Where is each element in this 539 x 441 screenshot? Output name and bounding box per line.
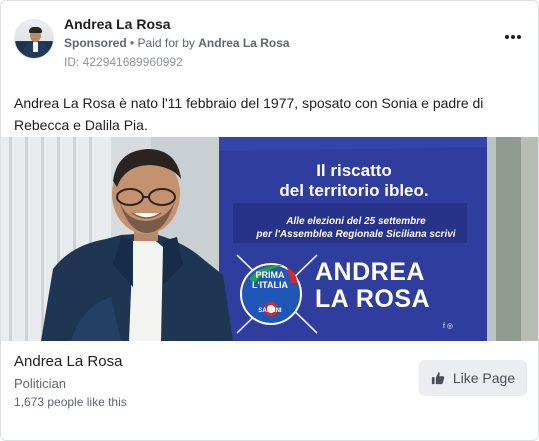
creative-subtext-line2: per l'Assemblea Regionale Siciliana scri… (256, 229, 456, 240)
page-avatar[interactable] (14, 19, 54, 59)
creative-subtext-line1: Alle elezioni del 25 settembre (286, 216, 426, 227)
creative-headline-line2: del territorio ibleo. (279, 181, 429, 200)
post-text: Andrea La Rosa è nato l'11 febbraio del … (14, 95, 484, 133)
paid-for-prefix: Paid for by (137, 36, 199, 50)
candidate-last-name: LA ROSA (315, 285, 431, 313)
more-options-icon[interactable] (505, 29, 525, 45)
ad-creative-image[interactable]: Il riscatto del territorio ibleo. Alle e… (1, 137, 538, 341)
thumbs-up-icon (431, 372, 445, 385)
social-icons: f ◎ (443, 323, 453, 330)
footer-like-count: 1,673 people like this (14, 395, 127, 409)
party-logo-text: PRIMA L'ITALIA (252, 270, 288, 290)
sponsored-meta: Sponsored • Paid for by Andrea La Rosa (64, 36, 290, 50)
footer-category: Politician (14, 376, 67, 391)
paid-for-by-name: Andrea La Rosa (198, 36, 290, 50)
like-page-label: Like Page (452, 370, 516, 386)
party-logo-subtext: SALVINI (258, 308, 282, 314)
ad-header: Andrea La Rosa Sponsored • Paid for by A… (14, 15, 525, 71)
creative-headline-line1: Il riscatto (316, 161, 392, 180)
sponsored-label: Sponsored (64, 36, 127, 50)
page-name-link[interactable]: Andrea La Rosa (64, 16, 171, 32)
creative-subtext: Alle elezioni del 25 settembre per l'Ass… (221, 215, 491, 241)
meta-separator: • (126, 36, 138, 50)
creative-candidate-name: ANDREA LA ROSA (315, 259, 465, 313)
ad-id: ID: 422941689960992 (64, 55, 183, 69)
candidate-first-name: ANDREA (315, 258, 425, 286)
creative-headline: Il riscatto del territorio ibleo. (229, 161, 479, 201)
ad-card: Andrea La Rosa Sponsored • Paid for by A… (0, 0, 539, 441)
like-page-button[interactable]: Like Page (419, 360, 527, 396)
footer-page-name[interactable]: Andrea La Rosa (14, 353, 122, 370)
